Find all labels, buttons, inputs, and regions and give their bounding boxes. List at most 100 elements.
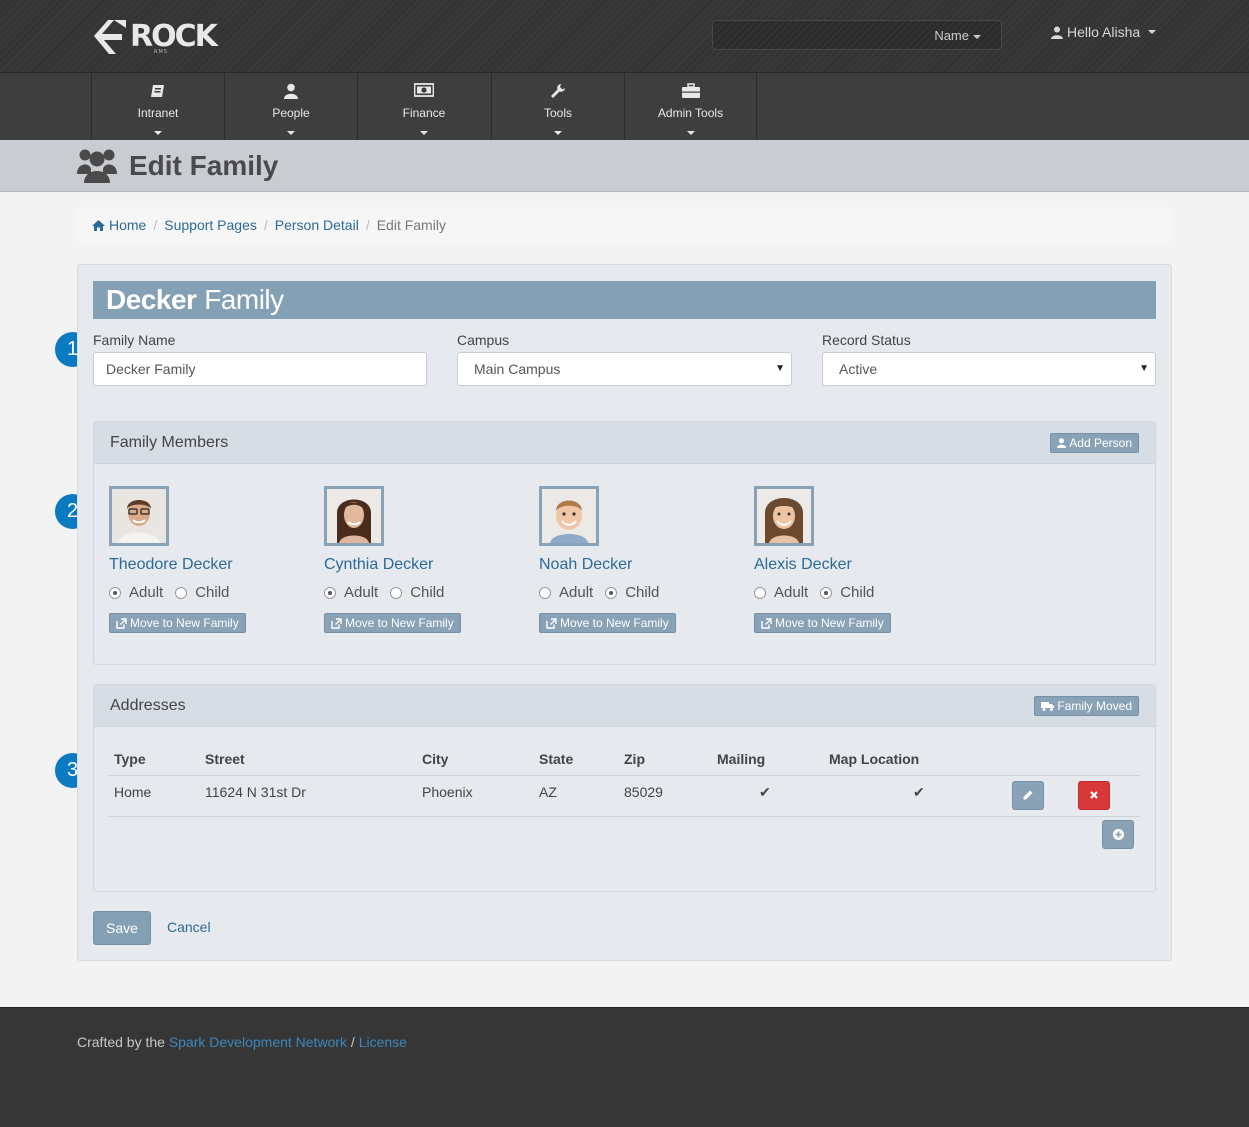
- breadcrumb-separator: /: [263, 217, 268, 233]
- child-radio[interactable]: [820, 586, 833, 599]
- footer: Crafted by the Spark Development Network…: [0, 1007, 1249, 1127]
- family-header-suffix: Family: [204, 284, 284, 315]
- map-location-check-icon: ✔: [824, 775, 1000, 817]
- license-link[interactable]: License: [359, 1034, 407, 1050]
- column-header: Type: [109, 741, 200, 776]
- role-radio-group: Adult Child: [324, 584, 524, 601]
- member-name-link[interactable]: Noah Decker: [539, 556, 739, 574]
- record-status-select[interactable]: Active ▼: [822, 352, 1156, 386]
- table-header-row: Type Street City State Zip Mailing Map L…: [109, 741, 1140, 776]
- add-address-button[interactable]: [1102, 820, 1134, 849]
- wrench-icon: [551, 84, 565, 98]
- money-icon: [414, 83, 434, 97]
- family-members-header: Family Members Add Person: [94, 422, 1155, 464]
- child-label: Child: [410, 584, 445, 601]
- adult-radio[interactable]: [324, 586, 336, 599]
- dropdown-arrow-icon: ▼: [1139, 363, 1149, 374]
- table-row: Home 11624 N 31st Dr Phoenix AZ 85029 ✔ …: [109, 775, 1140, 817]
- save-button[interactable]: Save: [93, 911, 151, 945]
- addresses-panel: Addresses Family Moved Type Street City …: [93, 684, 1156, 892]
- add-person-button[interactable]: Add Person: [1050, 432, 1139, 453]
- family-moved-button[interactable]: Family Moved: [1034, 695, 1139, 716]
- family-moved-label: Family Moved: [1057, 698, 1132, 713]
- external-link-icon: [761, 617, 772, 629]
- campus-select-value: Main Campus: [474, 361, 561, 377]
- avatar[interactable]: [109, 486, 169, 546]
- dropdown-arrow-icon: ▼: [775, 363, 785, 374]
- chevron-down-icon: [973, 34, 981, 39]
- chevron-down-icon: [287, 130, 295, 135]
- main-nav: Intranet People Finance Tools Admin Tool…: [0, 72, 1249, 140]
- member-name-link[interactable]: Alexis Decker: [754, 556, 954, 574]
- family-members-title: Family Members: [110, 433, 229, 451]
- edit-address-button[interactable]: [1012, 780, 1044, 810]
- delete-address-button[interactable]: [1078, 780, 1110, 810]
- adult-radio[interactable]: [754, 586, 766, 599]
- user-icon: [1057, 437, 1067, 448]
- nav-item-admin-tools[interactable]: Admin Tools: [624, 73, 757, 140]
- move-to-new-family-button[interactable]: Move to New Family: [324, 613, 461, 633]
- campus-select[interactable]: Main Campus ▼: [457, 352, 792, 386]
- home-icon[interactable]: [92, 219, 105, 231]
- move-to-new-family-button[interactable]: Move to New Family: [539, 613, 676, 633]
- adult-label: Adult: [559, 584, 594, 601]
- nav-label: People: [272, 106, 310, 120]
- family-member-card: Cynthia Decker Adult Child Move to New F…: [324, 486, 524, 634]
- column-header: Street: [200, 741, 417, 776]
- spark-link[interactable]: Spark Development Network: [169, 1034, 347, 1050]
- person-photo: [542, 489, 596, 543]
- avatar[interactable]: [324, 486, 384, 546]
- breadcrumb-separator: /: [153, 217, 158, 233]
- nav-item-people[interactable]: People: [224, 73, 357, 140]
- truck-icon: [1041, 701, 1055, 711]
- user-icon: [284, 83, 298, 99]
- nav-item-intranet[interactable]: Intranet: [91, 73, 224, 140]
- footer-text: Crafted by the Spark Development Network…: [77, 1034, 407, 1050]
- family-name-input[interactable]: Decker Family: [93, 352, 427, 386]
- move-to-new-family-button[interactable]: Move to New Family: [754, 613, 891, 633]
- person-photo: [757, 489, 811, 543]
- nav-item-finance[interactable]: Finance: [357, 73, 490, 140]
- family-header: Decker Family: [93, 281, 1156, 319]
- adult-radio[interactable]: [109, 586, 121, 599]
- rock-logo[interactable]: ROCK RMS: [92, 15, 218, 57]
- child-label: Child: [195, 584, 230, 601]
- column-header: Zip: [619, 741, 712, 776]
- campus-label: Campus: [457, 332, 510, 348]
- adult-radio[interactable]: [539, 586, 551, 599]
- family-member-card: Noah Decker Adult Child Move to New Fami…: [539, 486, 739, 634]
- search-input[interactable]: Name: [712, 20, 1002, 50]
- cancel-link[interactable]: Cancel: [167, 919, 211, 935]
- breadcrumb-home[interactable]: Home: [109, 217, 146, 233]
- adult-label: Adult: [344, 584, 379, 601]
- role-radio-group: Adult Child: [539, 584, 739, 601]
- users-icon: [77, 149, 117, 183]
- add-person-label: Add Person: [1069, 435, 1132, 450]
- member-name-link[interactable]: Cynthia Decker: [324, 556, 524, 574]
- child-radio[interactable]: [605, 586, 618, 599]
- breadcrumb-support-pages[interactable]: Support Pages: [164, 217, 257, 233]
- briefcase-icon: [681, 83, 700, 98]
- member-name-link[interactable]: Theodore Decker: [109, 556, 309, 574]
- logo-subtext: RMS: [154, 49, 168, 55]
- avatar[interactable]: [539, 486, 599, 546]
- move-button-label: Move to New Family: [560, 616, 669, 630]
- breadcrumb-separator: /: [365, 217, 370, 233]
- child-radio[interactable]: [390, 586, 403, 599]
- nav-item-tools[interactable]: Tools: [491, 73, 624, 140]
- address-city: Phoenix: [417, 775, 534, 817]
- column-header: Map Location: [824, 741, 1000, 776]
- family-member-card: Theodore Decker Adult Child Move to New …: [109, 486, 309, 634]
- user-menu[interactable]: Hello Alisha: [1051, 24, 1157, 40]
- avatar[interactable]: [754, 486, 814, 546]
- breadcrumb-person-detail[interactable]: Person Detail: [275, 217, 359, 233]
- external-link-icon: [116, 617, 127, 629]
- footer-separator: /: [350, 1034, 355, 1050]
- move-to-new-family-button[interactable]: Move to New Family: [109, 613, 246, 633]
- breadcrumb: Home / Support Pages / Person Detail / E…: [77, 207, 1172, 243]
- move-button-label: Move to New Family: [345, 616, 454, 630]
- column-header: Mailing: [712, 741, 824, 776]
- search-type-dropdown[interactable]: Name: [934, 28, 981, 43]
- child-radio[interactable]: [175, 586, 188, 599]
- adult-label: Adult: [129, 584, 164, 601]
